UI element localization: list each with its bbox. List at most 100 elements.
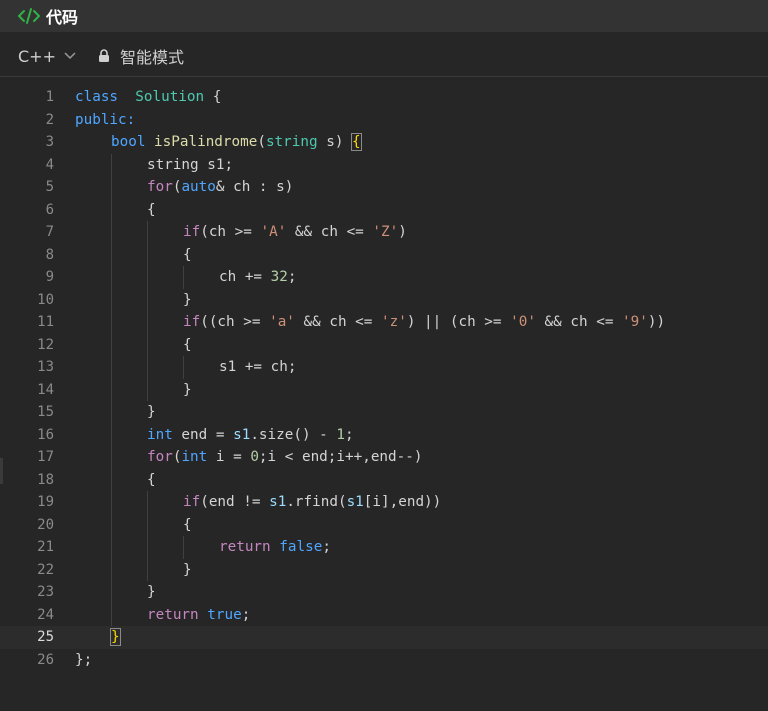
code-token: 1 [336, 426, 345, 443]
indent-guide [147, 491, 148, 514]
panel-title: 代码 [46, 8, 79, 27]
code-line[interactable]: 18 { [0, 468, 768, 492]
code-token: { [147, 471, 156, 488]
code-token: string [265, 134, 318, 150]
line-number: 14 [37, 381, 54, 398]
code-text: { [147, 469, 156, 492]
code-token: ch += [219, 269, 271, 285]
language-select[interactable]: C++ [18, 47, 76, 66]
line-number: 23 [37, 584, 54, 600]
line-number: 12 [37, 336, 54, 353]
code-line[interactable]: 17 for(int i = 0;i < end;i++,end--) [0, 446, 768, 469]
line-number: 10 [37, 291, 54, 308]
code-token: .size() - [250, 426, 337, 443]
code-editor[interactable]: 1 class Solution {2 public: 3 bool isPalindr… [0, 86, 768, 686]
code-line[interactable]: 13 s1 += ch; [0, 356, 768, 379]
lock-icon [98, 48, 112, 64]
code-line[interactable]: 19 if(end != s1.rfind(s1[i],end)) [0, 491, 768, 514]
code-line[interactable]: 4 string s1; [0, 153, 768, 176]
line-number: 5 [45, 179, 54, 195]
code-token: }; [75, 651, 93, 668]
code-line[interactable]: 15} [0, 401, 768, 424]
code-line[interactable]: 24 return true; [0, 603, 768, 626]
code-token: int [181, 449, 208, 465]
code-token: ( [257, 134, 266, 150]
panel-header: 代码 [0, 0, 768, 32]
code-token: '0' [510, 314, 536, 330]
code-line[interactable]: 7 if(ch >= 'A' && ch <= 'Z') [0, 221, 768, 244]
indent-guide [111, 288, 112, 311]
code-token: for [147, 179, 173, 195]
code-line[interactable]: 26}; [0, 649, 768, 672]
code-line[interactable]: 14} [0, 378, 768, 401]
code-token: { [183, 246, 192, 263]
indent-guide [147, 266, 148, 289]
code-token: { [351, 133, 362, 151]
indent-guide [111, 468, 112, 491]
code-token: i = [207, 449, 251, 465]
code-line[interactable]: 10} [0, 288, 768, 311]
code-text: { [183, 244, 192, 267]
code-text: { [183, 334, 192, 357]
code-text: s1 += ch; [219, 356, 296, 379]
line-number: 24 [37, 606, 54, 623]
code-token: if [183, 314, 201, 330]
code-line[interactable]: 2 public: [0, 109, 768, 132]
code-line[interactable]: 5 for(auto& ch : s) [0, 176, 768, 199]
code-token: s1 [269, 494, 287, 510]
code-line[interactable]: 21 return false; [0, 536, 768, 559]
code-token: & ch : s) [215, 179, 294, 195]
code-line[interactable]: 3 bool isPalindrome(string s) { [0, 131, 768, 154]
line-number: 20 [37, 516, 54, 533]
code-token: { [183, 336, 192, 353]
indent-guide [147, 558, 148, 581]
code-line[interactable]: 6{ [0, 198, 768, 221]
chevron-down-icon [64, 50, 76, 62]
indent-guide [147, 311, 148, 334]
code-text: for(auto& ch : s) [147, 176, 293, 199]
code-line[interactable]: 8{ [0, 243, 768, 267]
code-line[interactable]: 20 { [0, 513, 768, 536]
indent-guide [147, 221, 148, 244]
indent-guide [111, 513, 112, 536]
code-token: ) [398, 224, 407, 240]
line-number: 22 [37, 561, 54, 578]
code-token: 'a' [269, 314, 295, 330]
code-token: ; [345, 426, 354, 443]
code-line[interactable]: 16 int end = s1.size() - 1; [0, 423, 768, 447]
code-line[interactable]: 22} [0, 558, 768, 582]
code-text: } [183, 559, 192, 582]
code-token: ; [287, 269, 297, 285]
indent-guide [147, 356, 148, 379]
code-text: int end = s1.size() - 1; [147, 424, 354, 447]
indent-guide [111, 221, 112, 244]
smart-mode-toggle[interactable]: 智能模式 [98, 44, 184, 68]
code-text: return false; [219, 536, 331, 559]
line-number: 8 [45, 246, 54, 263]
code-line[interactable]: 9 ch += 32; [0, 266, 768, 289]
code-line[interactable]: 1 class Solution { [0, 86, 768, 109]
line-number: 17 [37, 449, 54, 465]
code-line[interactable]: 11 if((ch >= 'a' && ch <= 'z') || (ch >= … [0, 311, 768, 334]
code-token: 32 [270, 269, 288, 285]
code-token: int [147, 426, 173, 443]
indent-guide [147, 288, 148, 311]
code-text: if(end != s1.rfind(s1[i],end)) [183, 491, 441, 514]
code-line[interactable]: 25} [0, 626, 768, 649]
code-line[interactable]: 12 { [0, 333, 768, 357]
code-token: (end != [200, 494, 270, 510]
line-number: 21 [37, 539, 54, 555]
line-number: 4 [45, 156, 54, 173]
scrollbar-handle[interactable] [0, 458, 3, 484]
code-text: ch += 32; [219, 266, 296, 289]
indent-guide [111, 266, 112, 289]
code-token: auto [181, 179, 216, 195]
code-token: { [183, 516, 192, 533]
code-token: } [183, 291, 192, 308]
code-text: bool isPalindrome(string s) { [111, 131, 362, 154]
line-number: 18 [37, 471, 54, 488]
code-line[interactable]: 23} [0, 581, 768, 604]
code-token: for [147, 449, 173, 465]
code-token: { [147, 201, 156, 218]
